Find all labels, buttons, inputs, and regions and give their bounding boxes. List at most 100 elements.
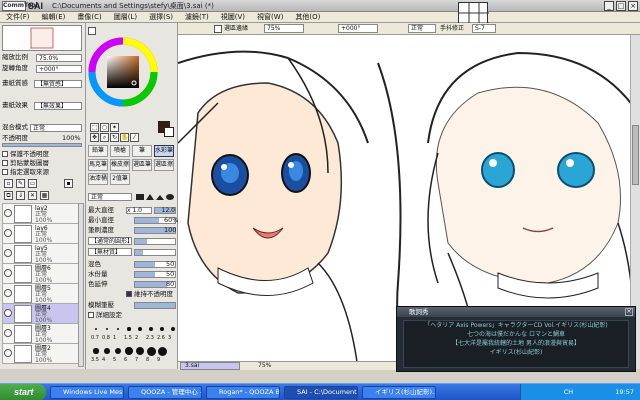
- minimize-button[interactable]: _: [604, 1, 614, 11]
- secondary-color-swatch[interactable]: [164, 127, 174, 137]
- eye-icon[interactable]: [4, 329, 12, 337]
- tool-pencil[interactable]: 鉛筆: [88, 145, 108, 157]
- eye-icon[interactable]: [4, 289, 12, 297]
- lock-icon[interactable]: ▪: [64, 179, 73, 188]
- brush-blend-select[interactable]: 正常: [88, 193, 132, 201]
- magic-wand-icon[interactable]: ✶: [110, 123, 119, 132]
- layer-item[interactable]: lay2 正常 100%: [2, 203, 82, 224]
- menu-layer[interactable]: 圖層(L): [108, 12, 143, 22]
- option-source[interactable]: 指定選取來源: [2, 168, 49, 177]
- hand-tool-icon[interactable]: ✋: [120, 133, 129, 142]
- rotate-select[interactable]: +000°: [338, 24, 378, 33]
- taskbar-button[interactable]: QOOZA - 管理中心 - ...: [128, 386, 202, 399]
- layer-item[interactable]: lay6 正常 100%: [2, 223, 82, 244]
- brush-shape-select[interactable]: 【通常的圓形】: [88, 237, 133, 245]
- taskbar-button[interactable]: Rogan* - QOOZA B...: [206, 386, 280, 399]
- detail-option[interactable]: 詳細設定: [88, 311, 122, 320]
- menu-view[interactable]: 視圖(V): [215, 12, 251, 22]
- brush-texture-select[interactable]: 【無材質】: [88, 248, 132, 256]
- copy-layer-icon[interactable]: ⧉: [4, 191, 13, 200]
- brush-shape-presets[interactable]: [136, 193, 176, 201]
- navigator-thumbnail[interactable]: [2, 25, 82, 51]
- menu-window[interactable]: 視窗(W): [251, 12, 289, 22]
- layer-item[interactable]: 圖層2 正常 100%: [2, 343, 82, 364]
- document-tab[interactable]: 3.sai: [180, 362, 240, 370]
- layer-item[interactable]: 圖層5 正常 100%: [2, 283, 82, 304]
- size-slider[interactable]: 12.0: [154, 207, 176, 214]
- menu-canvas[interactable]: 畫像(C): [71, 12, 107, 22]
- angle-field[interactable]: +000°: [36, 65, 82, 73]
- size-multiplier[interactable]: x 1.0: [126, 207, 152, 214]
- menu-edit[interactable]: 編輯(E): [36, 12, 72, 22]
- brush-size-dot[interactable]: [94, 327, 98, 331]
- brush-size-dot[interactable]: [104, 348, 110, 354]
- tool-brush[interactable]: 筆: [132, 145, 152, 157]
- selection-tool-icon[interactable]: ⬚: [90, 123, 99, 132]
- brush-size-dot[interactable]: [125, 347, 133, 355]
- brush-size-dot[interactable]: [135, 346, 145, 356]
- menu-file[interactable]: 文件(F): [0, 12, 36, 22]
- selection-edge-checkbox[interactable]: [214, 25, 222, 33]
- texture-select[interactable]: 【無質感】: [34, 80, 82, 88]
- brush-shape-slider[interactable]: [134, 238, 176, 245]
- layer-scrollbar[interactable]: [78, 203, 84, 367]
- tool-eraser[interactable]: 橡皮擦: [110, 159, 130, 171]
- eye-icon[interactable]: [4, 309, 12, 317]
- opacity-slider[interactable]: [2, 143, 82, 147]
- color-wheel-mode-icon[interactable]: [88, 27, 96, 35]
- tool-select-pen[interactable]: 選區筆: [132, 159, 152, 171]
- maximize-button[interactable]: □: [616, 1, 626, 11]
- zoom-field[interactable]: 75.0%: [36, 54, 82, 62]
- start-button[interactable]: start: [0, 384, 46, 400]
- brush-size-dot[interactable]: [148, 326, 154, 332]
- trash-icon[interactable]: ✕: [28, 191, 37, 200]
- tool-binary-pen[interactable]: 2值筆: [110, 173, 130, 185]
- eye-icon[interactable]: [4, 349, 12, 357]
- tool-watercolor[interactable]: 水彩筆: [154, 145, 174, 157]
- tool-marker[interactable]: 馬克筆: [88, 159, 108, 171]
- brush-size-dot[interactable]: [114, 347, 122, 355]
- taskbar-button[interactable]: SAI - C:\Documents a...: [284, 386, 358, 399]
- tool-select-eraser[interactable]: 選區擦: [154, 159, 174, 171]
- blend-select[interactable]: 正常: [30, 124, 82, 132]
- new-folder-icon[interactable]: ▭: [28, 179, 37, 188]
- eye-icon[interactable]: [4, 229, 12, 237]
- layer-item[interactable]: 圖層4 正常 100%: [2, 303, 82, 324]
- eyedropper-icon[interactable]: ⁄: [130, 133, 139, 142]
- brush-size-dot[interactable]: [170, 326, 176, 332]
- lasso-tool-icon[interactable]: ○: [100, 123, 109, 132]
- scrollbar-thumb[interactable]: [632, 125, 639, 185]
- stabilizer-select[interactable]: S-7: [472, 24, 496, 33]
- eye-icon[interactable]: [4, 269, 12, 277]
- close-icon[interactable]: ×: [625, 308, 633, 316]
- zoom-select[interactable]: 75%: [264, 24, 304, 33]
- close-button[interactable]: ×: [628, 1, 638, 11]
- zoom-tool-icon[interactable]: ⌕: [100, 133, 109, 142]
- brush-size-dot[interactable]: [138, 327, 142, 331]
- color-wheel[interactable]: [88, 37, 158, 107]
- brush-size-dot[interactable]: [157, 346, 167, 356]
- layer-item[interactable]: 圖層3 正常 100%: [2, 323, 82, 344]
- brush-size-dot[interactable]: [127, 327, 131, 331]
- language-indicator[interactable]: CH: [564, 388, 573, 396]
- tool-airbrush[interactable]: 噴槍: [110, 145, 130, 157]
- menu-select[interactable]: 選擇(S): [143, 12, 179, 22]
- blur-slider[interactable]: [134, 302, 176, 309]
- keep-opacity-option[interactable]: 維持不透明度: [126, 290, 173, 299]
- option-clip[interactable]: 剪貼蒙版圖層: [2, 159, 49, 168]
- brush-texture-slider[interactable]: [134, 249, 176, 256]
- effect-select[interactable]: 【無效果】: [34, 102, 82, 110]
- tool-bucket[interactable]: 油漆桶: [88, 173, 108, 185]
- brush-size-dot[interactable]: [105, 327, 109, 331]
- new-linework-icon[interactable]: ✎: [16, 179, 25, 188]
- brush-size-dot[interactable]: [159, 326, 165, 332]
- taskbar-button[interactable]: Windows Live Messen...: [50, 386, 124, 399]
- brush-size-dot[interactable]: [146, 346, 156, 356]
- mode-select[interactable]: 正常: [408, 24, 436, 33]
- brush-size-dot[interactable]: [116, 327, 120, 331]
- eye-icon[interactable]: [4, 249, 12, 257]
- new-layer-icon[interactable]: ▫: [4, 179, 13, 188]
- option-protect[interactable]: 保護不透明度: [2, 150, 49, 159]
- menu-other[interactable]: 其他(O): [289, 12, 326, 22]
- clear-layer-icon[interactable]: ▦: [40, 191, 49, 200]
